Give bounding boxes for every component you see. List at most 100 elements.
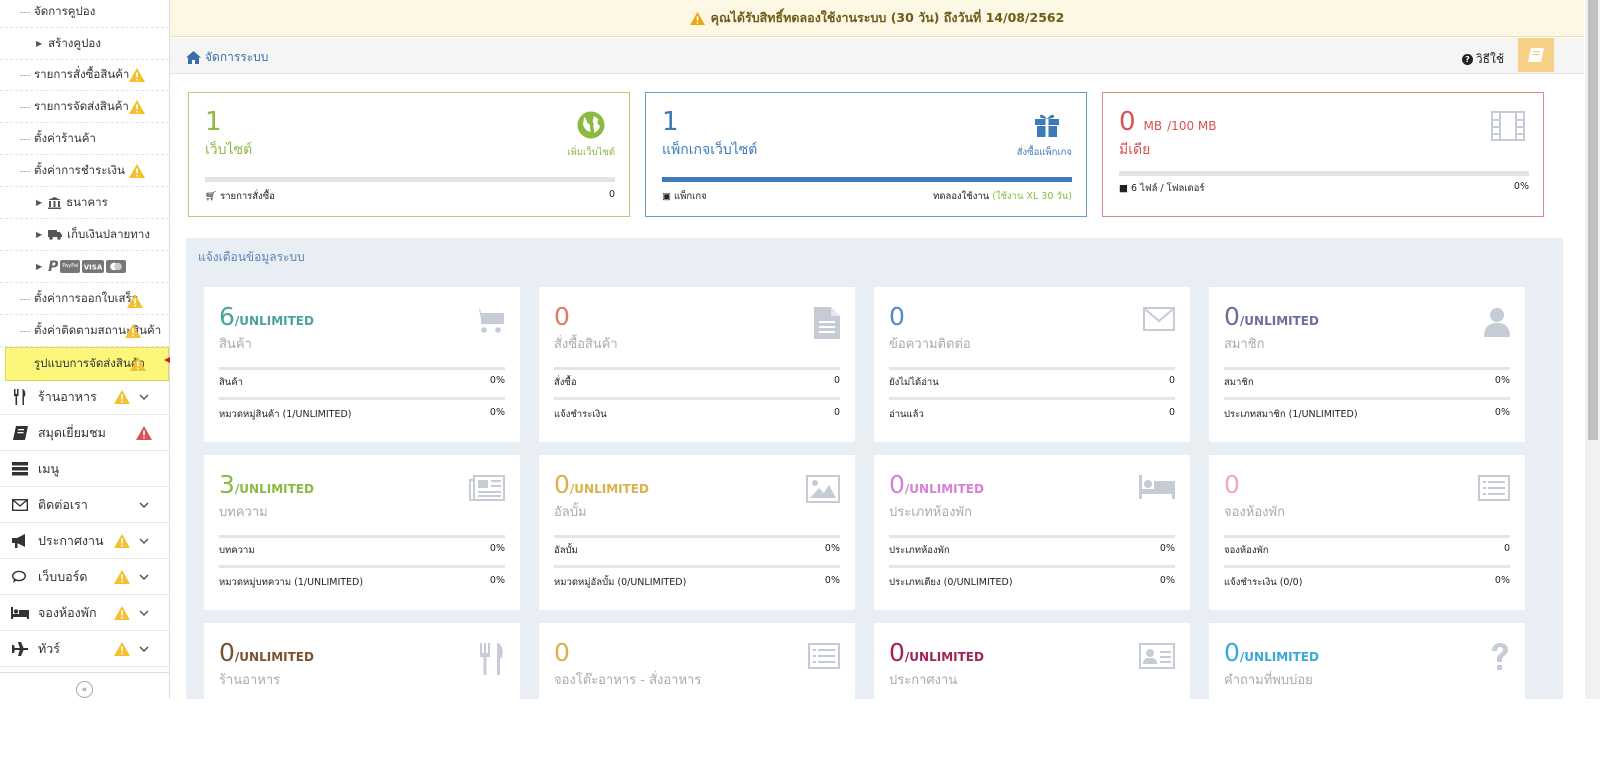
sidebar-item-store-settings[interactable]: ตั้งค่าร้านค้า — [0, 123, 169, 155]
envelope-icon — [10, 498, 30, 511]
sidebar-menu-restaurant[interactable]: ร้านอาหาร — [0, 379, 169, 415]
sidebar-item-orders[interactable]: รายการสั่งซื้อสินค้า — [0, 59, 169, 91]
stat-row-label: ประเภทสมาชิก (1/UNLIMITED) — [1224, 409, 1358, 420]
sidebar-collapse-button[interactable]: « — [76, 681, 93, 698]
add-website-link[interactable]: เพิ่มเว็บไซต์ — [567, 145, 615, 160]
stat-label: ประเภทห้องพัก — [889, 505, 972, 520]
stat-card[interactable]: 0 จองโต๊ะอาหาร - สั่งอาหาร — [539, 623, 855, 778]
chevron-down-icon[interactable] — [139, 536, 149, 546]
stat-card[interactable]: 0 ข้อความติดต่อ ยังไม่ได้อ่าน 0 อ่านแล้ว 0 — [874, 287, 1190, 442]
sidebar-item-bank[interactable]: ▶ ธนาคาร — [0, 187, 169, 219]
help-label: วิธีใช้ — [1475, 52, 1504, 66]
sidebar-menu-menu[interactable]: เมนู — [0, 451, 169, 487]
chevron-down-icon[interactable] — [139, 608, 149, 618]
stat-divider — [554, 397, 840, 400]
stat-card[interactable]: 0/UNLIMITED สมาชิก สมาชิก 0% ประเภทสมาชิก (1… — [1209, 287, 1525, 442]
visa-icon: VISA — [82, 260, 105, 273]
stat-row: แจ้งชำระเงิน (0/0) 0% — [1224, 575, 1510, 590]
stat-row: อ่านแล้ว 0 — [889, 407, 1175, 422]
sidebar-item-tracking-settings[interactable]: ตั้งค่าติดตามสถานะสินค้า — [0, 315, 169, 347]
stat-divider — [554, 565, 840, 568]
sidebar-item-payment-settings[interactable]: ตั้งค่าการชำระเงิน — [0, 155, 169, 187]
stat-card[interactable]: 3/UNLIMITED บทความ บทความ 0% หมวดหมู่บทความ … — [204, 455, 520, 610]
id-card-icon — [1139, 643, 1175, 673]
stat-card[interactable]: 0/UNLIMITED ประเภทห้องพัก ประเภทห้องพัก 0% ป… — [874, 455, 1190, 610]
stat-row-label: ประเภทเตียง (0/UNLIMITED) — [889, 577, 1013, 588]
stat-row: ยังไม่ได้อ่าน 0 — [889, 375, 1175, 390]
sidebar-item-label: สร้างคูปอง — [48, 35, 101, 50]
stat-row-value: 0% — [1159, 543, 1175, 554]
comments-icon — [10, 570, 30, 584]
svg-text:VISA: VISA — [84, 264, 103, 272]
stat-divider — [219, 565, 505, 568]
sidebar-menu-label: ประกาศงาน — [38, 532, 104, 548]
buy-package-link[interactable]: สั่งซื้อแพ็กเกจ — [1017, 145, 1072, 160]
stat-divider — [889, 397, 1175, 400]
sidebar-item-receipt-settings[interactable]: ตั้งค่าการออกใบเสร็จ — [0, 283, 169, 315]
stat-card[interactable]: 0/UNLIMITED อัลบั้ม อัลบั้ม 0% หมวดหมู่อัลบั… — [539, 455, 855, 610]
stat-row-value: 0% — [489, 575, 505, 586]
website-label: เว็บไซต์ — [205, 142, 253, 158]
sidebar-item-label: รูปแบบการจัดส่งสินค้า — [34, 356, 145, 370]
stat-card[interactable]: 0/UNLIMITED คำถามที่พบบ่อย — [1209, 623, 1525, 778]
trial-status: ทดลองใช้งาน — [933, 191, 990, 202]
stat-number: 0/UNLIMITED — [1224, 638, 1319, 667]
sidebar-menu-guestbook[interactable]: สมุดเยี่ยมชม — [0, 415, 169, 451]
stat-row: ประเภทเตียง (0/UNLIMITED) 0% — [889, 575, 1175, 590]
folder-icon: ■ — [1119, 183, 1128, 194]
package-label: แพ็กเกจเว็บไซต์ — [662, 142, 758, 158]
sidebar-item-label: ธนาคาร — [66, 194, 108, 209]
stat-number: 0 — [1224, 470, 1240, 499]
package-footer: ▣ แพ็กเกจ ทดลองใช้งาน (ใช้งาน XL 30 วัน) — [662, 189, 1072, 204]
sidebar-menu-contact[interactable]: ติดต่อเรา — [0, 487, 169, 523]
sidebar-menu-label: จองห้องพัก — [38, 604, 97, 620]
scrollbar-thumb[interactable] — [1588, 0, 1598, 440]
stat-card[interactable]: 0 สั่งซื้อสินค้า สั่งซื้อ 0 แจ้งชำระเงิน 0 — [539, 287, 855, 442]
sidebar-menu-tour[interactable]: ทัวร์ — [0, 631, 169, 667]
sidebar-item-paypal[interactable]: ▶ P PayPal VISA — [0, 251, 169, 283]
stat-card[interactable]: 0 จองห้องพัก จองห้องพัก 0 แจ้งชำระเงิน (0/0)… — [1209, 455, 1525, 610]
sidebar-item-shipping-formats[interactable]: รูปแบบการจัดส่งสินค้า — [5, 347, 169, 381]
sidebar-item-shipments[interactable]: รายการจัดส่งสินค้า — [0, 91, 169, 123]
breadcrumb[interactable]: จัดการระบบ — [186, 48, 268, 67]
stat-divider — [554, 367, 840, 370]
warning-icon — [114, 390, 130, 404]
sidebar-menu-booking[interactable]: จองห้องพัก — [0, 595, 169, 631]
guide-book-button[interactable] — [1518, 38, 1554, 72]
stat-row-value: 0% — [489, 407, 505, 418]
stat-label: สินค้า — [219, 337, 252, 352]
stat-row: หมวดหมู่อัลบั้ม (0/UNLIMITED) 0% — [554, 575, 840, 590]
stat-row-label: หมวดหมู่บทความ (1/UNLIMITED) — [219, 577, 364, 588]
sidebar-divider — [0, 672, 169, 673]
chevron-down-icon[interactable] — [139, 644, 149, 654]
stat-number: 3/UNLIMITED — [219, 470, 314, 499]
picture-icon — [806, 475, 840, 507]
chevron-down-icon[interactable] — [139, 500, 149, 510]
stat-row-value: 0% — [489, 375, 505, 386]
stat-card[interactable]: 6/UNLIMITED สินค้า สินค้า 0% หมวดหมู่สินค้า … — [204, 287, 520, 442]
stat-label: สั่งซื้อสินค้า — [554, 337, 618, 352]
stat-row-value: 0 — [1168, 375, 1175, 386]
stat-row-value: 0% — [1494, 407, 1510, 418]
help-link[interactable]: ? วิธีใช้ — [1461, 50, 1504, 69]
sidebar-item-create-coupon[interactable]: ▶ สร้างคูปอง — [0, 28, 169, 60]
caret-right-icon: ▶ — [36, 198, 43, 207]
warning-icon — [114, 606, 130, 620]
chevron-down-icon[interactable] — [139, 572, 149, 582]
sidebar-item-cod[interactable]: ▶ เก็บเงินปลายทาง — [0, 219, 169, 251]
package-foot-label: แพ็กเกจ — [674, 191, 707, 202]
sidebar-item-label: ตั้งค่าร้านค้า — [34, 130, 96, 145]
sidebar-item-manage-coupons[interactable]: จัดการคูปอง — [0, 0, 169, 28]
stat-card[interactable]: 0/UNLIMITED ประกาศงาน — [874, 623, 1190, 778]
stat-row-value: 0 — [833, 407, 840, 418]
stat-row-label: อัลบั้ม — [554, 545, 578, 556]
bullhorn-icon — [10, 533, 30, 548]
chevron-down-icon[interactable] — [139, 392, 149, 402]
user-icon — [1484, 307, 1510, 341]
stat-divider — [889, 367, 1175, 370]
paypal-p-icon: P — [48, 258, 59, 275]
sidebar-menu-webboard[interactable]: เว็บบอร์ด — [0, 559, 169, 595]
stat-label: จองโต๊ะอาหาร - สั่งอาหาร — [554, 673, 702, 688]
sidebar-menu-jobs[interactable]: ประกาศงาน — [0, 523, 169, 559]
stat-card[interactable]: 0/UNLIMITED ร้านอาหาร — [204, 623, 520, 778]
